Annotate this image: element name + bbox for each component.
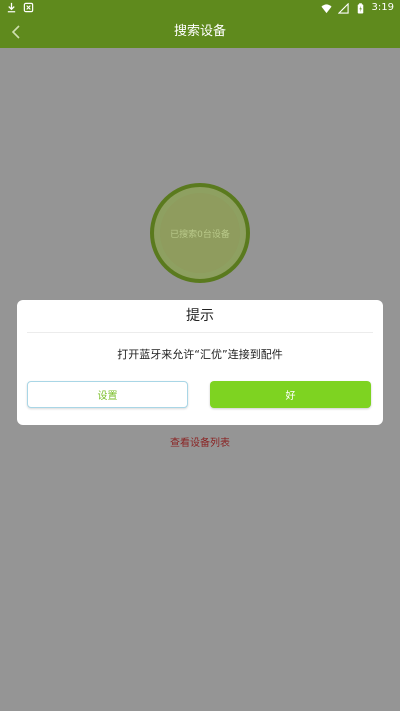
bluetooth-prompt-dialog: 提示 打开蓝牙来允许“汇优”连接到配件 设置 好 xyxy=(17,300,383,425)
dialog-divider xyxy=(27,332,373,333)
page-title: 搜索设备 xyxy=(173,24,226,39)
ok-button[interactable]: 好 xyxy=(210,381,371,408)
wifi-icon xyxy=(320,3,332,13)
battery-icon xyxy=(357,2,363,14)
settings-button-label: 设置 xyxy=(97,391,118,402)
settings-button[interactable]: 设置 xyxy=(27,381,188,408)
dialog-title: 提示 xyxy=(186,308,214,324)
dialog-message: 打开蓝牙来允许“汇优”连接到配件 xyxy=(117,348,283,361)
title-bar: 搜索设备 xyxy=(0,16,400,48)
device-list-link[interactable]: 查看设备列表 xyxy=(0,434,400,449)
status-left-icons xyxy=(6,2,34,13)
search-status-text: 已搜索0台设备 xyxy=(170,229,230,240)
notification-icon xyxy=(23,2,34,13)
status-right-icons: 3:19 xyxy=(320,1,394,15)
search-progress-ring: 已搜索0台设备 xyxy=(150,183,250,283)
signal-icon xyxy=(337,2,349,14)
status-time: 3:19 xyxy=(371,2,394,13)
ok-button-label: 好 xyxy=(285,391,296,402)
download-icon xyxy=(7,2,16,13)
status-bar: 3:19 xyxy=(0,0,400,16)
